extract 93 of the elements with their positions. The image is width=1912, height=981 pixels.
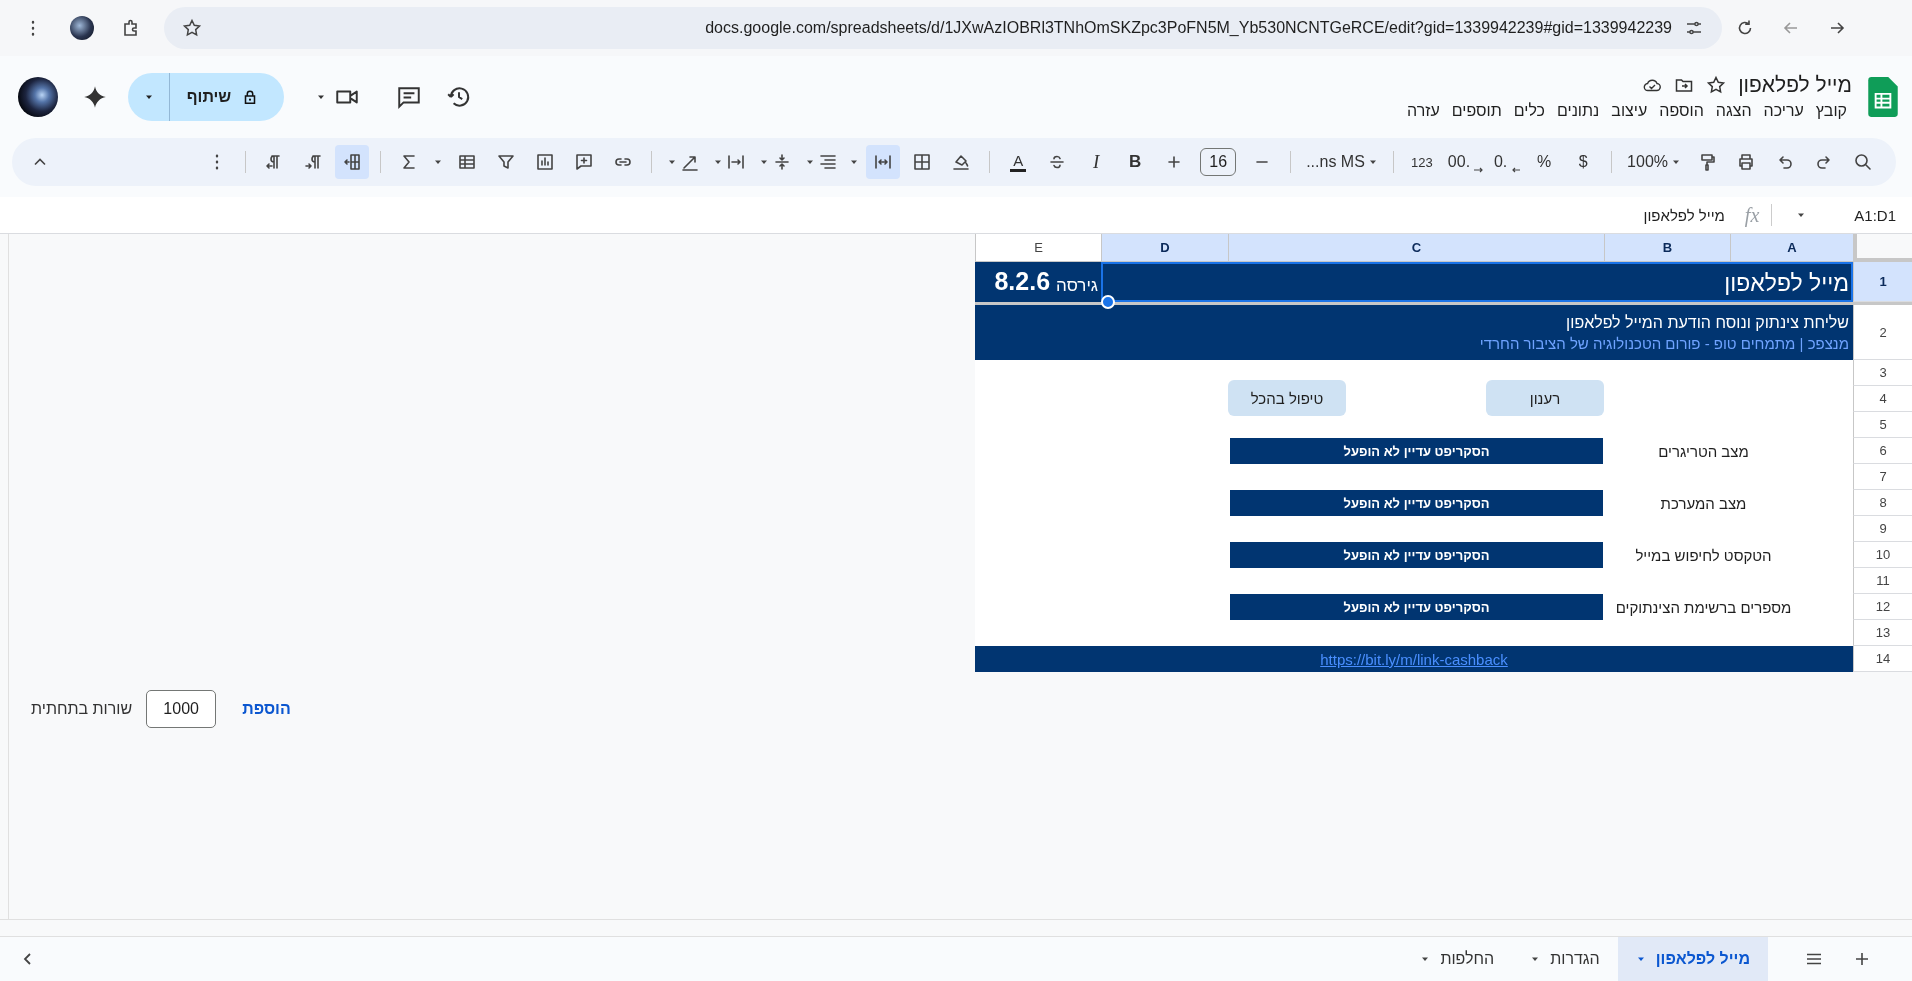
row-header[interactable]: 7 — [1853, 464, 1912, 490]
align-right-icon — [818, 152, 839, 172]
row-header[interactable]: 11 — [1853, 568, 1912, 594]
star-icon[interactable] — [1706, 74, 1727, 95]
row-header[interactable]: 3 — [1853, 360, 1912, 386]
star-icon[interactable] — [182, 18, 202, 38]
menu-item[interactable]: עזרה — [1402, 100, 1445, 121]
search-icon — [1853, 152, 1873, 172]
status-label: הטקסט לחיפוש במייל — [1634, 545, 1773, 566]
zoom-dropdown[interactable]: 100% — [1623, 145, 1685, 179]
status-value: הסקריפט עדיין לא הופעל — [1230, 438, 1603, 464]
status-value: הסקריפט עדיין לא הופעל — [1230, 594, 1603, 620]
fill-color-icon — [951, 152, 972, 172]
formula-text[interactable]: מייל לפלאפון — [1643, 206, 1725, 224]
title-cell[interactable]: מייל לפלאפון — [1101, 262, 1853, 302]
address-bar[interactable]: docs.google.com/spreadsheets/d/1JXwAzIOBRl3TNhOmSKZpc3PoFN5M_Yb530NCNTGeRCE/edit?gid=1339942239#gid=1339942239 — [164, 7, 1722, 49]
print-icon — [1736, 152, 1756, 172]
credit-text: מנצפכ | מתמחים טופ - פורום הטכנולוגיה של הציבור החרדי — [1478, 334, 1849, 352]
row-header[interactable]: 12 — [1853, 594, 1912, 620]
bold-button[interactable]: B — [1118, 145, 1153, 179]
font-dropdown[interactable]: ...ns MS — [1302, 145, 1382, 179]
row-header[interactable]: 2 — [1853, 305, 1912, 360]
chart-icon — [535, 152, 556, 172]
column-header[interactable]: B — [1604, 234, 1730, 262]
sheet-button[interactable]: טיפול בהכל — [1228, 380, 1346, 416]
number-format-button[interactable]: 123 — [1404, 145, 1439, 179]
status-value: הסקריפט עדיין לא הופעל — [1230, 490, 1603, 516]
menu-item[interactable]: עריכה — [1758, 100, 1809, 121]
status-label: מצב הטריגרים — [1657, 441, 1750, 462]
subtitle-text: שליחת צינתוק ונוסח הודעת המייל לפלאפון — [1565, 313, 1849, 332]
row-header[interactable]: 10 — [1853, 542, 1912, 568]
row-header[interactable]: 8 — [1853, 490, 1912, 516]
filter-icon — [496, 152, 517, 172]
status-label: מספרים ברשימת הצינתוקים — [1614, 597, 1793, 618]
row-header[interactable]: 14 — [1853, 646, 1912, 672]
font-size-field[interactable]: 16 — [1200, 148, 1237, 176]
paragraph-left-icon — [303, 152, 324, 172]
row-header[interactable]: 1 — [1853, 262, 1912, 302]
sheet-tab[interactable]: הגדרות — [1512, 937, 1618, 981]
function-label: fx — [1744, 203, 1760, 227]
menu-item[interactable]: הצגה — [1710, 100, 1757, 121]
share-button[interactable]: שיתוף — [170, 72, 284, 121]
italic-button[interactable]: I — [1079, 145, 1114, 179]
right-to-left-icon — [342, 152, 363, 172]
menu-item[interactable]: כלים — [1508, 100, 1550, 121]
version-label: גירסה — [1056, 276, 1098, 296]
text-wrap-icon — [726, 152, 747, 172]
column-header[interactable]: D — [1101, 234, 1228, 262]
link[interactable]: https://bit.ly/m/link-cashback — [1320, 650, 1508, 668]
arrow-icon — [1510, 167, 1521, 173]
comment-icon — [574, 152, 595, 172]
row-count-field[interactable]: 1000 — [146, 690, 217, 728]
spreadsheet-icon[interactable] — [1868, 76, 1898, 117]
name-box[interactable]: A1:D1 — [1854, 206, 1896, 224]
minus-icon — [1256, 160, 1269, 164]
more-vert-icon — [215, 154, 220, 170]
column-header[interactable]: A — [1730, 234, 1853, 262]
add-rows-label: שורות בתחתית — [31, 700, 133, 718]
row-header[interactable]: 6 — [1853, 438, 1912, 464]
menu-item[interactable]: תוספים — [1446, 100, 1507, 121]
account-avatar[interactable] — [18, 76, 58, 117]
decrease-decimal-button[interactable]: .0 — [1488, 145, 1523, 179]
column-header[interactable]: C — [1228, 234, 1604, 262]
status-value: הסקריפט עדיין לא הופעל — [1230, 542, 1603, 568]
sheet-tab[interactable]: החלפות — [1402, 937, 1513, 981]
url-text: docs.google.com/spreadsheets/d/1JXwAzIOBRl3TNhOmSKZpc3PoFN5M_Yb530NCNTGeRCE/edit?gid=1339942239#gid=1339942239 — [704, 19, 1672, 37]
version-number: 8.2.6 — [994, 267, 1051, 296]
right-to-left-button[interactable] — [335, 145, 370, 179]
currency-format-button[interactable]: $ — [1566, 145, 1601, 179]
percent-format-button[interactable]: % — [1527, 145, 1562, 179]
sheet-button[interactable]: רענון — [1486, 380, 1604, 416]
row-header[interactable]: 5 — [1853, 412, 1912, 438]
sheet-title: מייל לפלאפון — [1724, 270, 1849, 297]
document-title[interactable]: מייל לפלאפון — [1738, 72, 1852, 97]
menu-item[interactable]: נתונים — [1551, 100, 1605, 121]
sheet-tab[interactable]: מייל לפלאפון — [1617, 937, 1768, 981]
add-rows-button[interactable]: הוספת — [242, 700, 291, 718]
merge-cells-icon — [873, 152, 894, 172]
text-color-button[interactable]: A — [1001, 145, 1036, 179]
borders-icon — [912, 152, 933, 172]
arrow-icon — [1473, 167, 1484, 173]
menu-item[interactable]: הוספה — [1654, 100, 1709, 121]
increase-decimal-button[interactable]: .00 — [1443, 145, 1484, 179]
menu-item[interactable]: קובץ — [1810, 100, 1852, 121]
column-header[interactable]: E — [975, 234, 1101, 262]
row-header[interactable]: 9 — [1853, 516, 1912, 542]
row-header[interactable]: 13 — [1853, 620, 1912, 646]
status-label: מצב המערכת — [1659, 493, 1748, 514]
table-icon — [457, 152, 478, 172]
menu-item[interactable]: עיצוב — [1606, 100, 1653, 121]
profile-avatar[interactable] — [70, 16, 94, 40]
merge-cells-button[interactable] — [866, 145, 901, 179]
row-header[interactable]: 4 — [1853, 386, 1912, 412]
